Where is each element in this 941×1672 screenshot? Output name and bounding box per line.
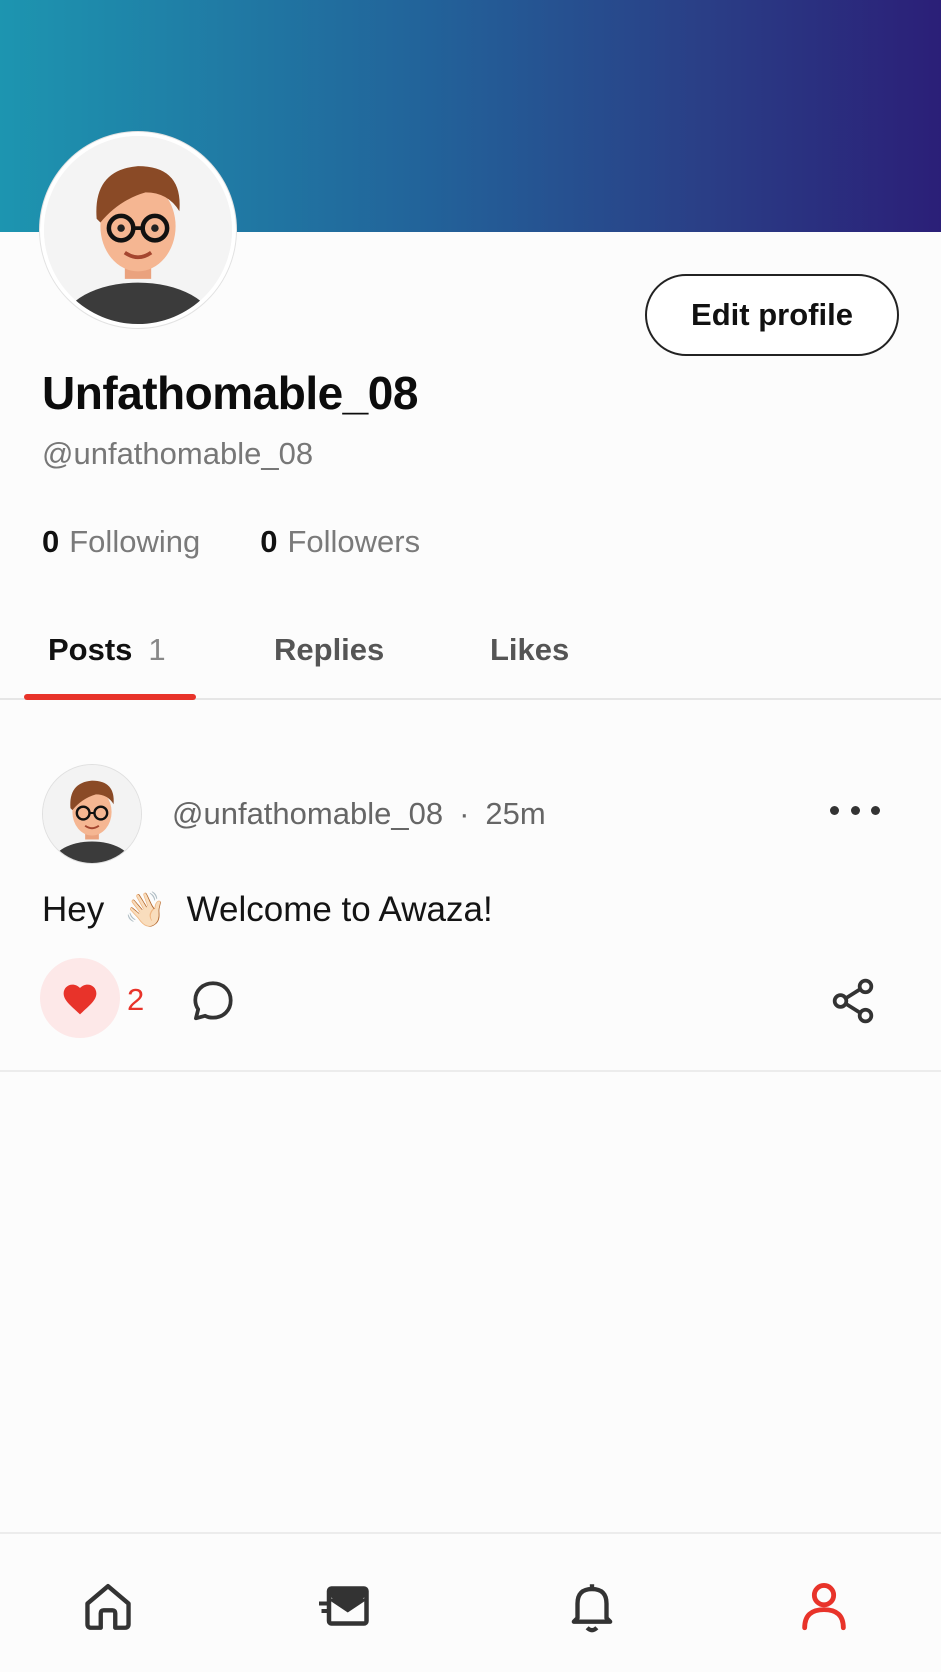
- post-body: Hey 👋🏻 Welcome to Awaza!: [42, 890, 493, 930]
- bottom-navigation: [0, 1532, 941, 1672]
- avatar-illustration: [43, 765, 141, 863]
- nav-home[interactable]: [76, 1574, 140, 1638]
- nav-notifications[interactable]: [560, 1574, 624, 1638]
- tab-likes[interactable]: Likes: [490, 632, 569, 668]
- post-timestamp: 25m: [485, 796, 546, 831]
- profile-handle: @unfathomable_08: [42, 436, 314, 471]
- nav-profile[interactable]: [792, 1574, 856, 1638]
- following-count: 0: [42, 524, 60, 559]
- tab-posts[interactable]: Posts 1: [48, 632, 166, 668]
- post-item[interactable]: @unfathomable_08 · 25m Hey 👋🏻 Welcome to…: [0, 700, 941, 1072]
- profile-tabs: Posts 1 Replies Likes: [0, 620, 941, 700]
- edit-profile-button[interactable]: Edit profile: [645, 274, 899, 356]
- heart-icon: [63, 984, 97, 1015]
- avatar-illustration: [44, 136, 232, 324]
- followers-count: 0: [260, 524, 278, 559]
- post-meta: @unfathomable_08 · 25m: [172, 796, 546, 832]
- profile-stats: 0 Following 0 Followers: [42, 524, 420, 560]
- more-options-icon[interactable]: [830, 798, 880, 822]
- waving-hand-emoji: 👋🏻: [124, 891, 167, 929]
- meta-separator: ·: [459, 796, 470, 831]
- share-icon: [832, 978, 874, 1024]
- inbox-icon: [319, 1586, 369, 1626]
- profile-avatar[interactable]: [40, 132, 236, 328]
- home-icon: [85, 1584, 131, 1630]
- comment-icon: [193, 981, 233, 1021]
- profile-icon: [802, 1583, 846, 1631]
- following-label: Following: [69, 524, 201, 559]
- post-author-handle[interactable]: @unfathomable_08: [172, 796, 443, 832]
- tab-posts-count: 1: [148, 632, 166, 667]
- post-text-start: Hey: [42, 890, 105, 929]
- nav-inbox[interactable]: [312, 1574, 376, 1638]
- post-text-end: Welcome to Awaza!: [186, 890, 493, 929]
- post-author-avatar[interactable]: [42, 764, 142, 864]
- following-stat[interactable]: 0 Following: [42, 524, 200, 560]
- followers-stat[interactable]: 0 Followers: [260, 524, 420, 560]
- followers-label: Followers: [287, 524, 421, 559]
- tab-replies[interactable]: Replies: [274, 632, 384, 668]
- share-button[interactable]: [828, 976, 878, 1026]
- like-button[interactable]: [40, 958, 120, 1038]
- like-count: 2: [127, 982, 145, 1017]
- display-name: Unfathomable_08: [42, 367, 418, 419]
- bell-icon: [571, 1584, 613, 1633]
- tab-posts-label: Posts: [48, 632, 133, 667]
- comment-button[interactable]: [188, 976, 238, 1026]
